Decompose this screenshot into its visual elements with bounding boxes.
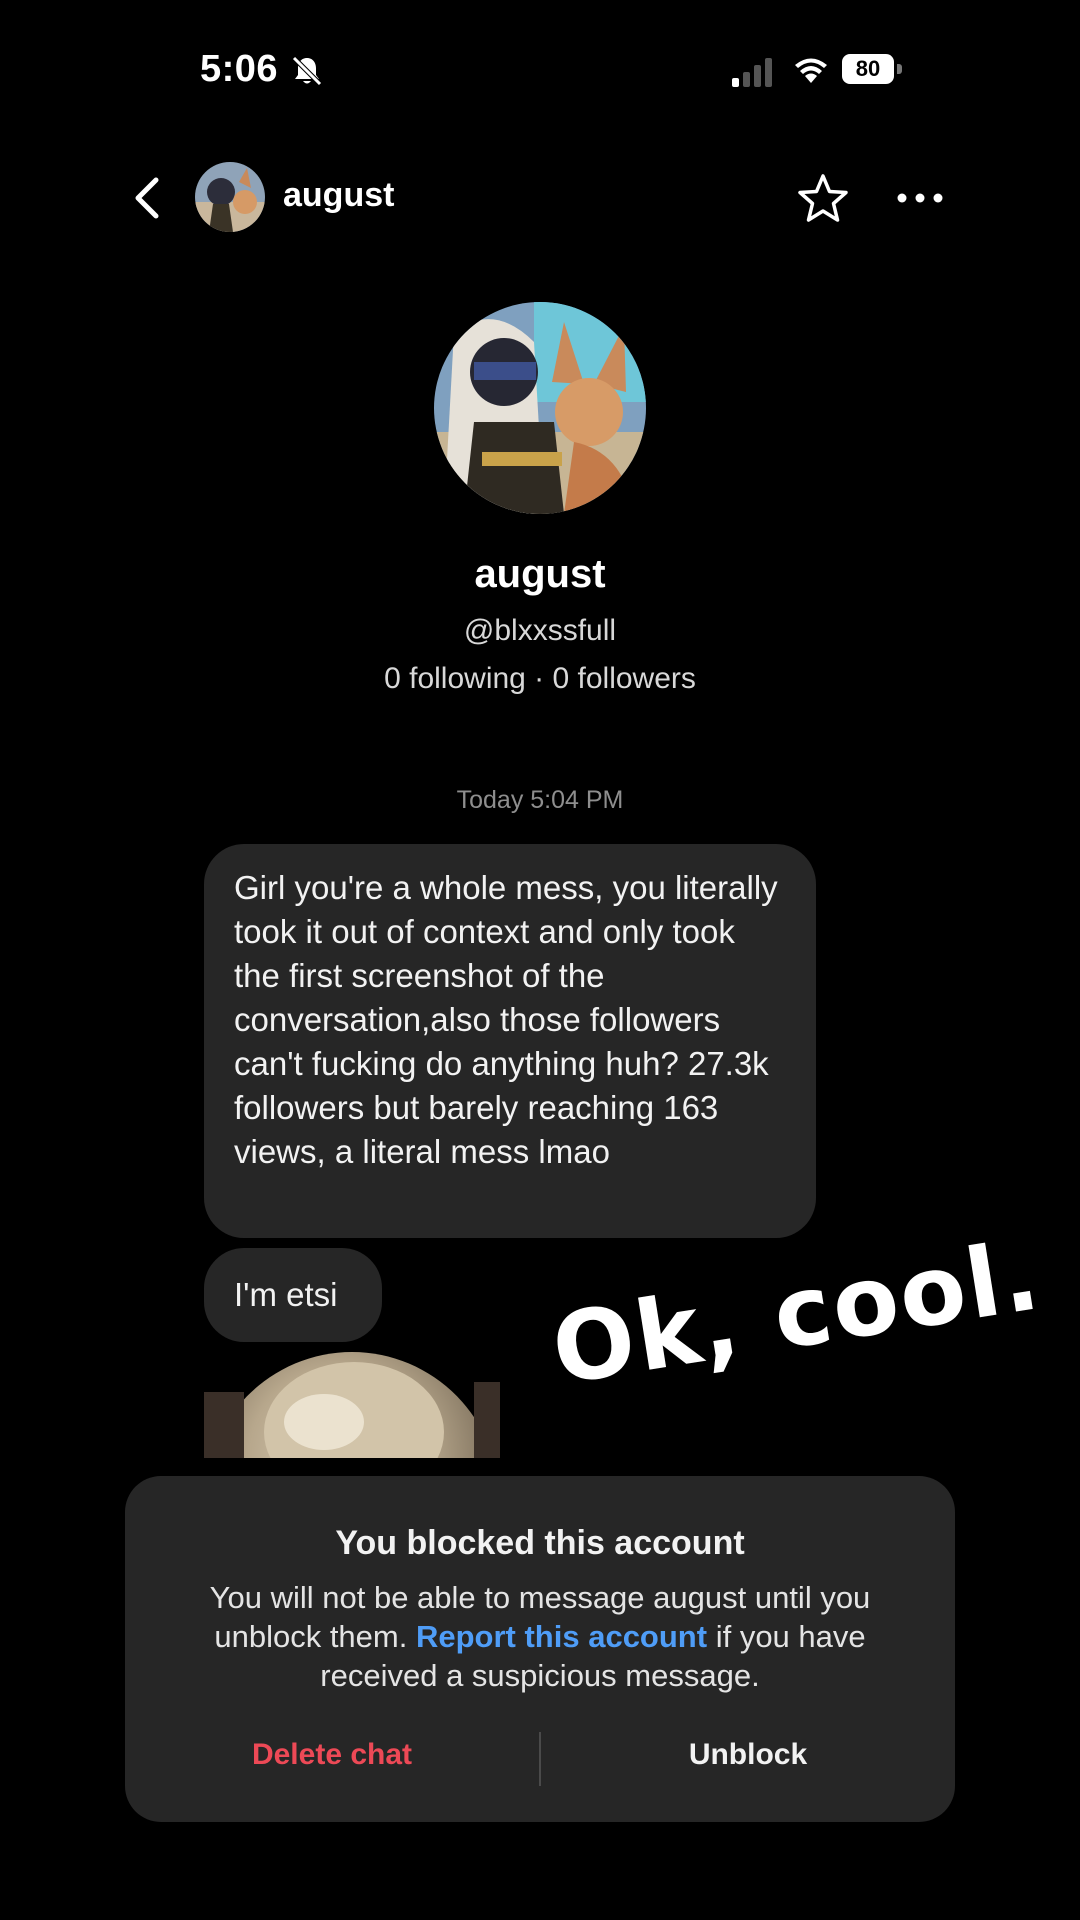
header-username[interactable]: august — [283, 176, 394, 215]
battery-percent: 80 — [842, 54, 894, 84]
signal-icon — [732, 58, 772, 87]
profile-name: august — [474, 552, 606, 596]
message-text: I'm etsi — [234, 1276, 338, 1313]
blocked-panel-title: You blocked this account — [335, 1524, 745, 1562]
header-avatar[interactable] — [195, 162, 265, 232]
message-timestamp: Today 5:04 PM — [456, 786, 624, 814]
message-bubble[interactable]: I'm etsi — [204, 1248, 382, 1342]
profile-stats: 0 following · 0 followers — [384, 662, 696, 695]
unblock-button[interactable]: Unblock — [541, 1738, 955, 1772]
back-chevron-icon[interactable] — [132, 176, 162, 220]
blocked-panel-body: You will not be able to message august u… — [185, 1578, 895, 1695]
message-text: Girl you're a whole mess, you literally … — [234, 869, 778, 1170]
profile-handle: @blxxssfull — [463, 614, 617, 647]
more-dots-icon[interactable] — [896, 186, 944, 210]
image-message-preview[interactable] — [204, 1352, 500, 1458]
report-account-link[interactable]: Report this account — [416, 1619, 707, 1654]
status-time: 5:06 — [200, 48, 279, 90]
profile-avatar[interactable] — [434, 302, 646, 514]
bell-muted-icon — [292, 56, 322, 86]
star-icon[interactable] — [796, 172, 850, 226]
battery-charging-icon: 80 — [842, 54, 902, 86]
blocked-account-panel: You blocked this account You will not be… — [125, 1476, 955, 1822]
message-bubble[interactable]: Girl you're a whole mess, you literally … — [204, 844, 816, 1238]
delete-chat-button[interactable]: Delete chat — [125, 1738, 539, 1772]
wifi-icon — [795, 58, 827, 83]
overlay-sticker-text: Ok, cool. — [545, 1219, 1049, 1407]
